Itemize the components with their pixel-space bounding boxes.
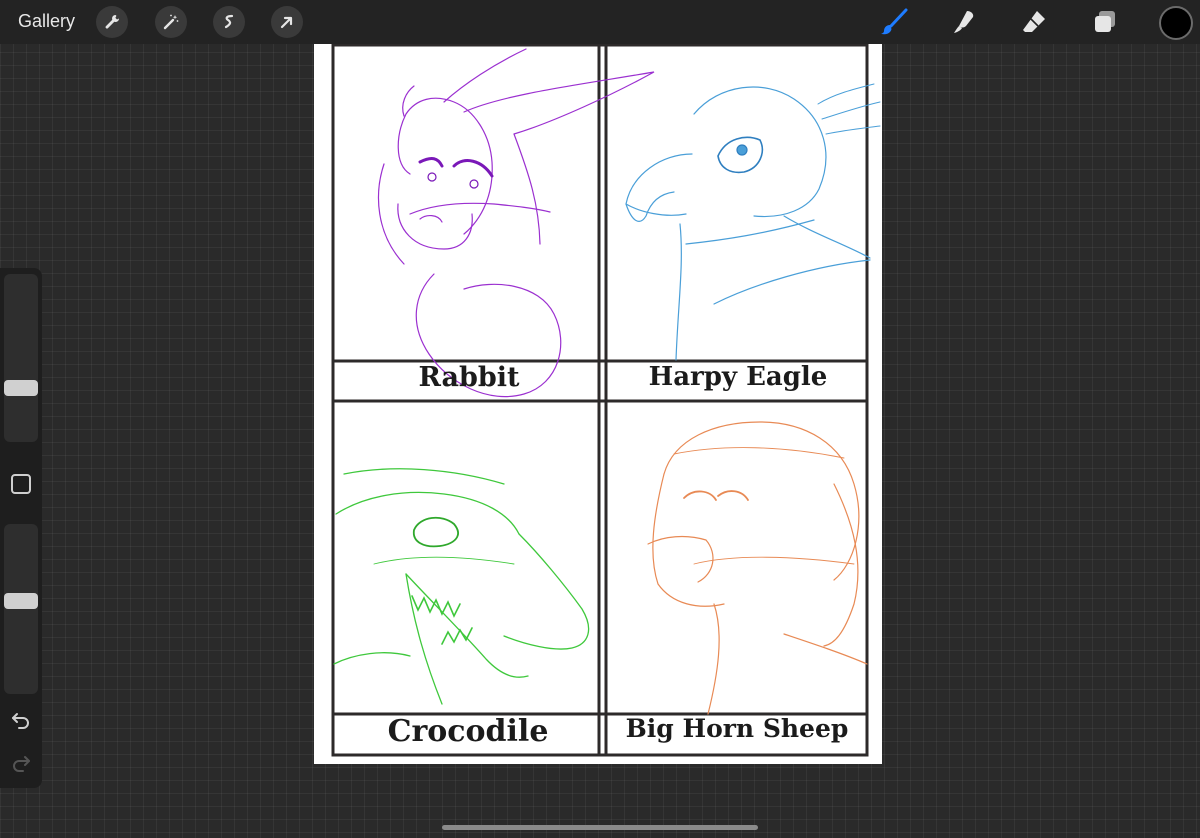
drawing-canvas[interactable]: Rabbit Harpy Eagle Crocodile Big Horn Sh… <box>314 44 882 764</box>
home-indicator[interactable] <box>442 825 758 830</box>
eraser-button[interactable] <box>1016 6 1052 38</box>
canvas-artwork <box>331 44 881 757</box>
smudge-button[interactable] <box>946 6 982 38</box>
smudge-icon <box>954 11 974 33</box>
actions-button[interactable] <box>96 6 128 38</box>
eraser-icon <box>1023 11 1045 32</box>
panel-label-rabbit: Rabbit <box>418 362 520 393</box>
redo-icon[interactable] <box>9 751 33 775</box>
panel-label-big-horn-sheep: Big Horn Sheep <box>625 714 849 743</box>
brush-button[interactable] <box>876 6 912 38</box>
undo-icon[interactable] <box>9 708 33 732</box>
rabbit-sketch <box>377 48 655 398</box>
wrench-icon <box>105 15 120 29</box>
crocodile-sketch <box>333 468 590 705</box>
brush-size-handle[interactable] <box>4 380 38 396</box>
sheep-sketch <box>647 421 868 715</box>
panel-label-harpy-eagle: Harpy Eagle <box>648 362 828 392</box>
panel-label-crocodile: Crocodile <box>387 714 549 749</box>
transform-button[interactable] <box>271 6 303 38</box>
selection-icon <box>224 14 234 29</box>
transform-arrow-icon <box>280 16 293 29</box>
left-sidebar <box>0 268 42 788</box>
opacity-handle[interactable] <box>4 593 38 609</box>
gallery-button[interactable]: Gallery <box>18 11 75 32</box>
layers-button[interactable] <box>1087 6 1123 38</box>
adjustments-button[interactable] <box>155 6 187 38</box>
magic-wand-icon <box>163 14 179 30</box>
top-toolbar: Gallery <box>0 0 1200 44</box>
opacity-slider[interactable] <box>4 524 38 694</box>
layers-icon <box>1095 11 1115 32</box>
modify-square-icon[interactable] <box>11 474 31 494</box>
brush-size-slider[interactable] <box>4 274 38 442</box>
color-picker-button[interactable] <box>1159 6 1193 40</box>
selection-button[interactable] <box>213 6 245 38</box>
brush-icon <box>881 8 908 35</box>
harpy-eagle-sketch <box>625 83 881 361</box>
